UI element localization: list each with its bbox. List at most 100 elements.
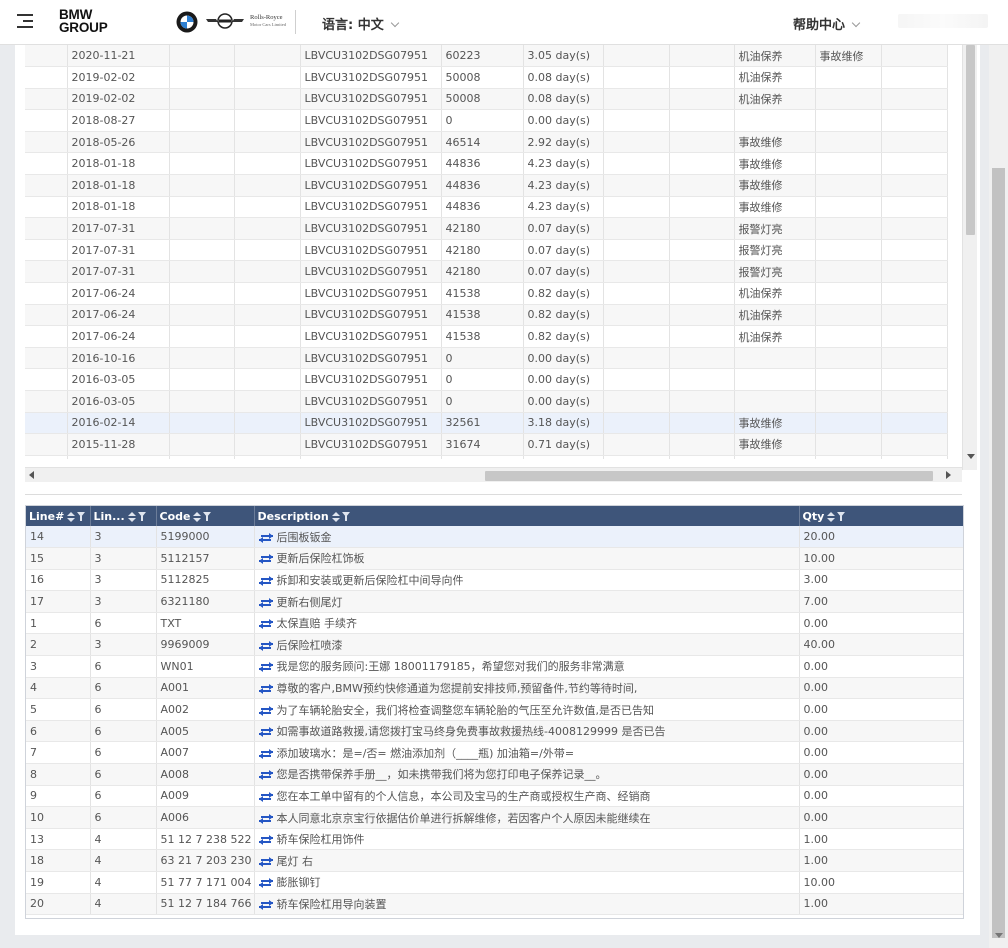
column-header-line[interactable]: Line# bbox=[26, 506, 91, 526]
table-row[interactable]: 14 3 5199000 后围板钣金 20.00 bbox=[26, 526, 963, 549]
column-header-code[interactable]: Code bbox=[156, 506, 255, 526]
service-history-grid: 2020-11-21 LBVCU3102DSG07951 60223 3.05 day… bbox=[25, 45, 962, 459]
cell-empty bbox=[881, 239, 948, 262]
cell-vin: LBVCU3102DSG07951 bbox=[300, 282, 442, 305]
scrollbar-thumb[interactable] bbox=[992, 168, 1005, 938]
menu-toggle-icon[interactable] bbox=[17, 14, 33, 28]
swap-arrows-icon[interactable] bbox=[258, 878, 273, 889]
user-menu[interactable] bbox=[898, 14, 988, 28]
table-row[interactable]: 2016-03-05 LBVCU3102DSG07951 0 0.00 day(s) bbox=[25, 368, 948, 391]
swap-arrows-icon[interactable] bbox=[258, 835, 273, 846]
table-row[interactable]: 2017-06-24 LBVCU3102DSG07951 41538 0.82 day… bbox=[25, 282, 948, 305]
sort-icon[interactable] bbox=[331, 511, 340, 522]
table-row[interactable]: 2019-02-02 LBVCU3102DSG07951 50008 0.08 day… bbox=[25, 88, 948, 111]
swap-arrows-icon[interactable] bbox=[258, 575, 273, 586]
table-row[interactable]: 2017-06-24 LBVCU3102DSG07951 41538 0.82 day… bbox=[25, 304, 948, 327]
table-row[interactable]: 18 4 63 21 7 203 230 尾灯 右 1.00 bbox=[26, 849, 963, 872]
cell-empty bbox=[169, 239, 235, 262]
cell-type1: 机油保养 bbox=[734, 282, 816, 305]
section-divider bbox=[25, 494, 962, 495]
table-row[interactable]: 20 4 51 12 7 184 766 轿车保险杠用导向装置 1.00 bbox=[26, 893, 963, 916]
swap-arrows-icon[interactable] bbox=[258, 554, 273, 565]
table-row[interactable]: 2018-01-18 LBVCU3102DSG07951 44836 4.23 day… bbox=[25, 152, 948, 176]
table-row[interactable]: 2016-03-05 LBVCU3102DSG07951 0 0.00 day(s) bbox=[25, 390, 948, 413]
table-row[interactable]: 2016-10-16 LBVCU3102DSG07951 0 0.00 day(s) bbox=[25, 347, 948, 370]
table-row[interactable]: 6 6 A005 如需事故道路救援,请您拨打宝马终身免费事故救援热线-40081299… bbox=[26, 720, 963, 743]
cell-empty bbox=[603, 260, 670, 284]
table-row[interactable]: 2018-08-27 LBVCU3102DSG07951 0 0.00 day(s) bbox=[25, 109, 948, 132]
cell-date: 2017-07-31 bbox=[67, 239, 170, 262]
table-row[interactable]: 2017-07-31 LBVCU3102DSG07951 42180 0.07 day… bbox=[25, 239, 948, 262]
swap-arrows-icon[interactable] bbox=[258, 619, 273, 630]
filter-icon[interactable] bbox=[203, 512, 212, 521]
table-row[interactable]: 4 6 A001 尊敬的客户,BMW预约快修通道为您提前安排技师,预留备件,节约等待时… bbox=[26, 677, 963, 700]
table-row[interactable]: 13 4 51 12 7 238 522 轿车保险杠用饰件 1.00 bbox=[26, 828, 963, 851]
table-row[interactable]: 10 6 A006 本人同意北京京宝行依据估价单进行拆解维修，若因客户个人原因未能继续… bbox=[26, 806, 963, 829]
page-vertical-scrollbar[interactable] bbox=[989, 45, 1008, 948]
column-header-qty[interactable]: Qty bbox=[799, 506, 963, 526]
filter-icon[interactable] bbox=[77, 512, 86, 521]
cell-description: 我是您的服务顾问:王娜 18001179185，希望您对我们的服务非常满意 bbox=[254, 655, 800, 678]
swap-arrows-icon[interactable] bbox=[258, 813, 273, 824]
table-row[interactable]: 2016-02-14 LBVCU3102DSG07951 32561 3.18 day… bbox=[25, 412, 948, 435]
mini-logo-icon bbox=[206, 13, 244, 29]
history-grid-horizontal-scrollbar[interactable] bbox=[25, 467, 962, 482]
table-row[interactable]: 2015-11-28 LBVCU3102DSG07951 31674 0.71 day… bbox=[25, 433, 948, 456]
table-row[interactable]: 2017-07-31 LBVCU3102DSG07951 42180 0.07 day… bbox=[25, 217, 948, 240]
cell-empty bbox=[234, 196, 301, 219]
table-row[interactable]: 15 3 5112157 更新后保险杠饰板 10.00 bbox=[26, 547, 963, 570]
filter-icon[interactable] bbox=[341, 512, 350, 521]
swap-arrows-icon[interactable] bbox=[258, 705, 273, 716]
swap-arrows-icon[interactable] bbox=[258, 640, 273, 651]
help-center-menu[interactable]: 帮助中心 bbox=[793, 14, 861, 33]
table-row[interactable]: 17 3 6321180 更新右侧尾灯 7.00 bbox=[26, 590, 963, 613]
scroll-down-arrow-icon[interactable] bbox=[967, 454, 975, 459]
column-header-description[interactable]: Description bbox=[254, 506, 800, 526]
table-row[interactable]: 1 6 TXT 太保直赔 手续齐 0.00 bbox=[26, 612, 963, 635]
description-text: 您是否携带保养手册__，如未携带我们将为您打印电子保养记录__。 bbox=[276, 768, 607, 782]
swap-arrows-icon[interactable] bbox=[258, 727, 273, 738]
cell-vin: LBVCU3102DSG07951 bbox=[300, 196, 442, 219]
filter-icon[interactable] bbox=[137, 512, 146, 521]
sort-icon[interactable] bbox=[827, 511, 836, 522]
table-row[interactable]: 9 6 A009 您在本工单中留有的个人信息，本公司及宝马的生产商或授权生产商、经销商… bbox=[26, 785, 963, 808]
sort-icon[interactable] bbox=[127, 511, 136, 522]
table-row[interactable]: 2019-02-02 LBVCU3102DSG07951 50008 0.08 day… bbox=[25, 66, 948, 89]
swap-arrows-icon[interactable] bbox=[258, 597, 273, 608]
table-row[interactable]: 7 6 A007 添加玻璃水：是=/否= 燃油添加剂（____瓶) 加油箱=/外带= 0… bbox=[26, 741, 963, 765]
sort-icon[interactable] bbox=[67, 511, 76, 522]
table-row[interactable]: 2018-05-26 LBVCU3102DSG07951 46514 2.92 day… bbox=[25, 131, 948, 154]
swap-arrows-icon[interactable] bbox=[258, 662, 273, 673]
table-row[interactable]: 19 4 51 77 7 171 004 膨胀铆钉 10.00 bbox=[26, 871, 963, 894]
swap-arrows-icon[interactable] bbox=[258, 770, 273, 781]
scrollbar-thumb[interactable] bbox=[966, 45, 975, 235]
cell-vin: LBVCU3102DSG07951 bbox=[300, 217, 442, 240]
scroll-down-arrow-icon[interactable] bbox=[995, 933, 1003, 938]
table-row[interactable]: 2020-11-21 LBVCU3102DSG07951 60223 3.05 day… bbox=[25, 45, 948, 68]
scrollbar-thumb[interactable] bbox=[485, 471, 933, 481]
swap-arrows-icon[interactable] bbox=[258, 856, 273, 867]
table-row[interactable]: 2015-11-21 LBVCU3102DSG07951316402.99 day… bbox=[25, 455, 948, 459]
swap-arrows-icon[interactable] bbox=[258, 748, 273, 759]
swap-arrows-icon[interactable] bbox=[258, 683, 273, 694]
swap-arrows-icon[interactable] bbox=[258, 791, 273, 802]
swap-arrows-icon[interactable] bbox=[258, 899, 273, 910]
swap-arrows-icon[interactable] bbox=[258, 532, 273, 543]
table-row[interactable]: 2018-01-18 LBVCU3102DSG07951 44836 4.23 day… bbox=[25, 174, 948, 197]
language-selector[interactable]: 语言: 中文 bbox=[322, 14, 399, 33]
chevron-down-icon bbox=[390, 18, 399, 28]
table-row[interactable]: 3 6 WN01 我是您的服务顾问:王娜 18001179185，希望您对我们的服务非… bbox=[26, 655, 963, 678]
column-header-lin[interactable]: Lin... bbox=[90, 506, 157, 526]
table-row[interactable]: 8 6 A008 您是否携带保养手册__，如未携带我们将为您打印电子保养记录__。 0.… bbox=[26, 763, 963, 786]
table-row[interactable]: 2017-06-24 LBVCU3102DSG07951 41538 0.82 day… bbox=[25, 325, 948, 348]
table-row[interactable]: 5 6 A002 为了车辆轮胎安全，我们将检查调整您车辆轮胎的气压至允许数值,是否已告… bbox=[26, 698, 963, 721]
sort-icon[interactable] bbox=[193, 511, 202, 522]
table-row[interactable]: 2017-07-31 LBVCU3102DSG07951 42180 0.07 day… bbox=[25, 260, 948, 284]
table-row[interactable]: 2 3 9969009 后保险杠喷漆 40.00 bbox=[26, 633, 963, 657]
history-grid-vertical-scrollbar[interactable] bbox=[962, 45, 977, 470]
table-row[interactable]: 16 3 5112825 拆卸和安装或更新后保险杠中间导向件 3.00 bbox=[26, 569, 963, 592]
table-row[interactable]: 2018-01-18 LBVCU3102DSG07951 44836 4.23 day… bbox=[25, 196, 948, 219]
scroll-left-arrow-icon[interactable] bbox=[29, 471, 34, 479]
scroll-right-arrow-icon[interactable] bbox=[946, 471, 951, 479]
filter-icon[interactable] bbox=[837, 512, 846, 521]
